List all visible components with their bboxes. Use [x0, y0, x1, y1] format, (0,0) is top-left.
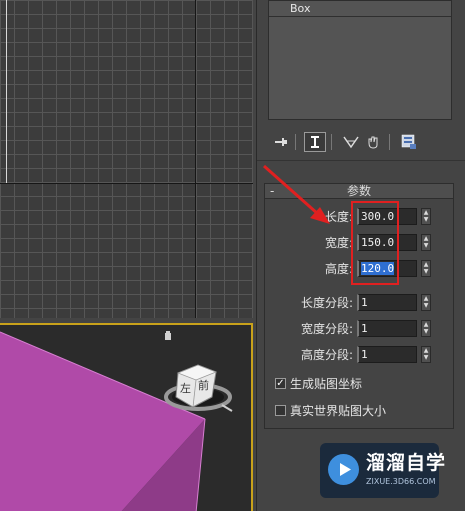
watermark-url: ZIXUE.3D66.COM	[366, 477, 436, 486]
home-grid-axis-vertical	[195, 0, 196, 318]
height-spinner[interactable]: ▲ ▼	[421, 260, 431, 277]
configure-sets-icon	[401, 134, 416, 149]
show-end-result-icon	[311, 136, 319, 148]
length-label: 长度:	[324, 210, 353, 224]
configure-modifier-sets-button[interactable]	[398, 132, 420, 152]
viewcube-face-left-label[interactable]: 左	[180, 380, 191, 396]
stack-item-label: Box	[290, 2, 311, 15]
length-segs-label: 长度分段:	[300, 296, 353, 310]
rollout-title: 参数	[346, 184, 371, 198]
show-end-result-button[interactable]	[304, 132, 326, 152]
make-unique-button[interactable]	[340, 132, 362, 152]
panel-divider	[257, 160, 465, 161]
width-segs-spinner[interactable]: ▲ ▼	[421, 320, 431, 337]
watermark-name: 溜溜自学	[366, 452, 447, 474]
height-segs-label: 高度分段:	[300, 348, 353, 362]
height-segs-spinner[interactable]: ▲ ▼	[421, 346, 431, 363]
watermark-badge: 溜溜自学 ZIXUE.3D66.COM	[320, 443, 445, 498]
parameters-rollout-header[interactable]: - 参数	[264, 183, 454, 199]
gen-map-coords-label: 生成贴图坐标	[290, 377, 363, 391]
viewport-perspective[interactable]: 左 前	[0, 323, 253, 511]
make-unique-icon	[343, 136, 359, 149]
viewport-top[interactable]	[0, 0, 253, 318]
modifier-stack-list[interactable]: Box	[268, 0, 452, 120]
width-label: 宽度:	[324, 236, 353, 250]
pin-stack-button[interactable]	[270, 132, 292, 152]
perspective-scene	[0, 331, 233, 511]
length-segs-input[interactable]: 1	[357, 294, 417, 311]
width-segs-input[interactable]: 1	[357, 320, 417, 337]
length-segs-spinner[interactable]: ▲ ▼	[421, 294, 431, 311]
length-spinner[interactable]: ▲ ▼	[421, 208, 431, 225]
width-segs-label: 宽度分段:	[300, 322, 353, 336]
remove-modifier-icon	[368, 136, 378, 149]
toolbar-divider	[331, 134, 332, 150]
highlight-box	[351, 201, 399, 285]
height-label: 高度:	[324, 262, 353, 276]
gen-map-coords-checkmark[interactable]: ✓	[275, 378, 286, 389]
viewport-mini-icon	[165, 331, 171, 340]
height-segs-input[interactable]: 1	[357, 346, 417, 363]
modifier-stack-toolbar	[268, 132, 458, 152]
play-icon	[340, 463, 351, 476]
home-grid-axis-horizontal	[0, 183, 253, 184]
stack-item-box[interactable]: Box	[269, 1, 451, 17]
toolbar-divider	[295, 134, 296, 150]
viewport-frame	[0, 0, 7, 184]
width-spinner[interactable]: ▲ ▼	[421, 234, 431, 251]
watermark-logo-icon	[328, 454, 359, 485]
viewcube-face-front-label[interactable]: 前	[198, 377, 209, 393]
real-world-map-size-label: 真实世界贴图大小	[290, 404, 387, 418]
pin-stack-icon	[275, 138, 287, 146]
real-world-map-size-box[interactable]	[275, 405, 286, 416]
toolbar-divider	[389, 134, 390, 150]
remove-modifier-button[interactable]	[362, 132, 384, 152]
